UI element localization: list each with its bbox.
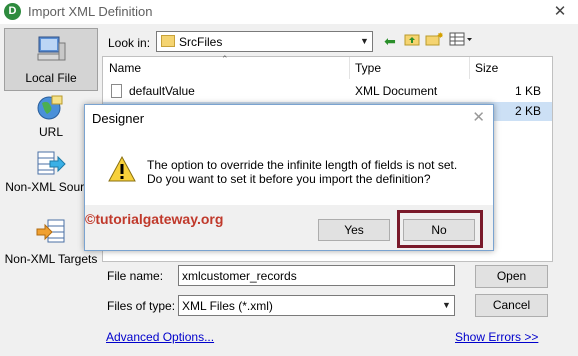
file-size: 1 KB bbox=[515, 84, 542, 98]
dialog-message: The option to override the infinite leng… bbox=[147, 158, 457, 186]
xml-document-icon bbox=[111, 84, 122, 98]
file-name: defaultValue bbox=[129, 84, 195, 98]
chevron-down-icon[interactable]: ▼ bbox=[439, 296, 454, 315]
designer-dialog: Designer ✕ The option to override the in… bbox=[84, 104, 494, 251]
advanced-options-link[interactable]: Advanced Options... bbox=[106, 330, 214, 344]
lookin-value: SrcFiles bbox=[179, 35, 223, 49]
filename-label: File name: bbox=[107, 269, 164, 283]
dialog-message-line2: Do you want to set it before you import … bbox=[147, 172, 431, 186]
show-errors-link[interactable]: Show Errors >> bbox=[455, 330, 538, 344]
folder-icon bbox=[161, 35, 175, 47]
table-arrow-icon bbox=[36, 218, 66, 249]
window-close-button[interactable]: ✕ bbox=[548, 2, 572, 22]
app-icon: D bbox=[4, 3, 21, 20]
lookin-label: Look in: bbox=[108, 36, 151, 50]
arrow-table-icon bbox=[36, 150, 66, 181]
dialog-message-line1: The option to override the infinite leng… bbox=[147, 158, 458, 172]
warning-icon bbox=[107, 155, 137, 186]
yes-button[interactable]: Yes bbox=[318, 219, 390, 241]
filetype-value: XML Files (*.xml) bbox=[182, 299, 273, 313]
file-type: XML Document bbox=[355, 84, 438, 98]
new-folder-icon[interactable]: ✸ bbox=[424, 31, 444, 50]
dialog-footer: ©tutorialgateway.org Yes No bbox=[85, 205, 493, 250]
place-local-file[interactable]: Local File bbox=[4, 28, 98, 91]
dialog-body: The option to override the infinite leng… bbox=[85, 133, 493, 205]
file-row[interactable]: defaultValue XML Document 1 KB bbox=[103, 82, 552, 101]
column-header-type[interactable]: Type bbox=[349, 57, 469, 79]
filename-input[interactable]: xmlcustomer_records bbox=[178, 265, 455, 286]
svg-text:✸: ✸ bbox=[437, 32, 443, 40]
up-folder-icon[interactable] bbox=[402, 32, 422, 50]
window-title: Import XML Definition bbox=[28, 4, 153, 19]
globe-icon bbox=[36, 94, 64, 125]
chevron-down-icon[interactable]: ▼ bbox=[357, 32, 372, 51]
no-button[interactable]: No bbox=[403, 219, 475, 241]
open-button[interactable]: Open bbox=[475, 265, 548, 288]
filetype-select[interactable]: XML Files (*.xml) ▼ bbox=[178, 295, 455, 316]
place-label: Non-XML Targets bbox=[4, 252, 98, 266]
title-bar: D Import XML Definition ✕ bbox=[0, 0, 578, 24]
close-icon[interactable]: ✕ bbox=[472, 108, 485, 126]
computer-icon bbox=[36, 35, 66, 68]
view-menu-icon[interactable] bbox=[448, 32, 474, 50]
filetype-label: Files of type: bbox=[107, 299, 176, 313]
watermark-text: ©tutorialgateway.org bbox=[85, 211, 224, 227]
lookin-combo[interactable]: SrcFiles ▼ bbox=[156, 31, 373, 52]
sort-up-icon: ⌃ bbox=[221, 54, 229, 64]
file-size: 2 KB bbox=[515, 104, 542, 118]
column-header-size[interactable]: Size bbox=[469, 57, 553, 79]
cancel-button[interactable]: Cancel bbox=[475, 294, 548, 317]
dialog-title: Designer bbox=[92, 111, 145, 126]
back-arrow-icon[interactable]: ⬅ bbox=[380, 32, 400, 50]
place-label: Local File bbox=[25, 71, 77, 85]
